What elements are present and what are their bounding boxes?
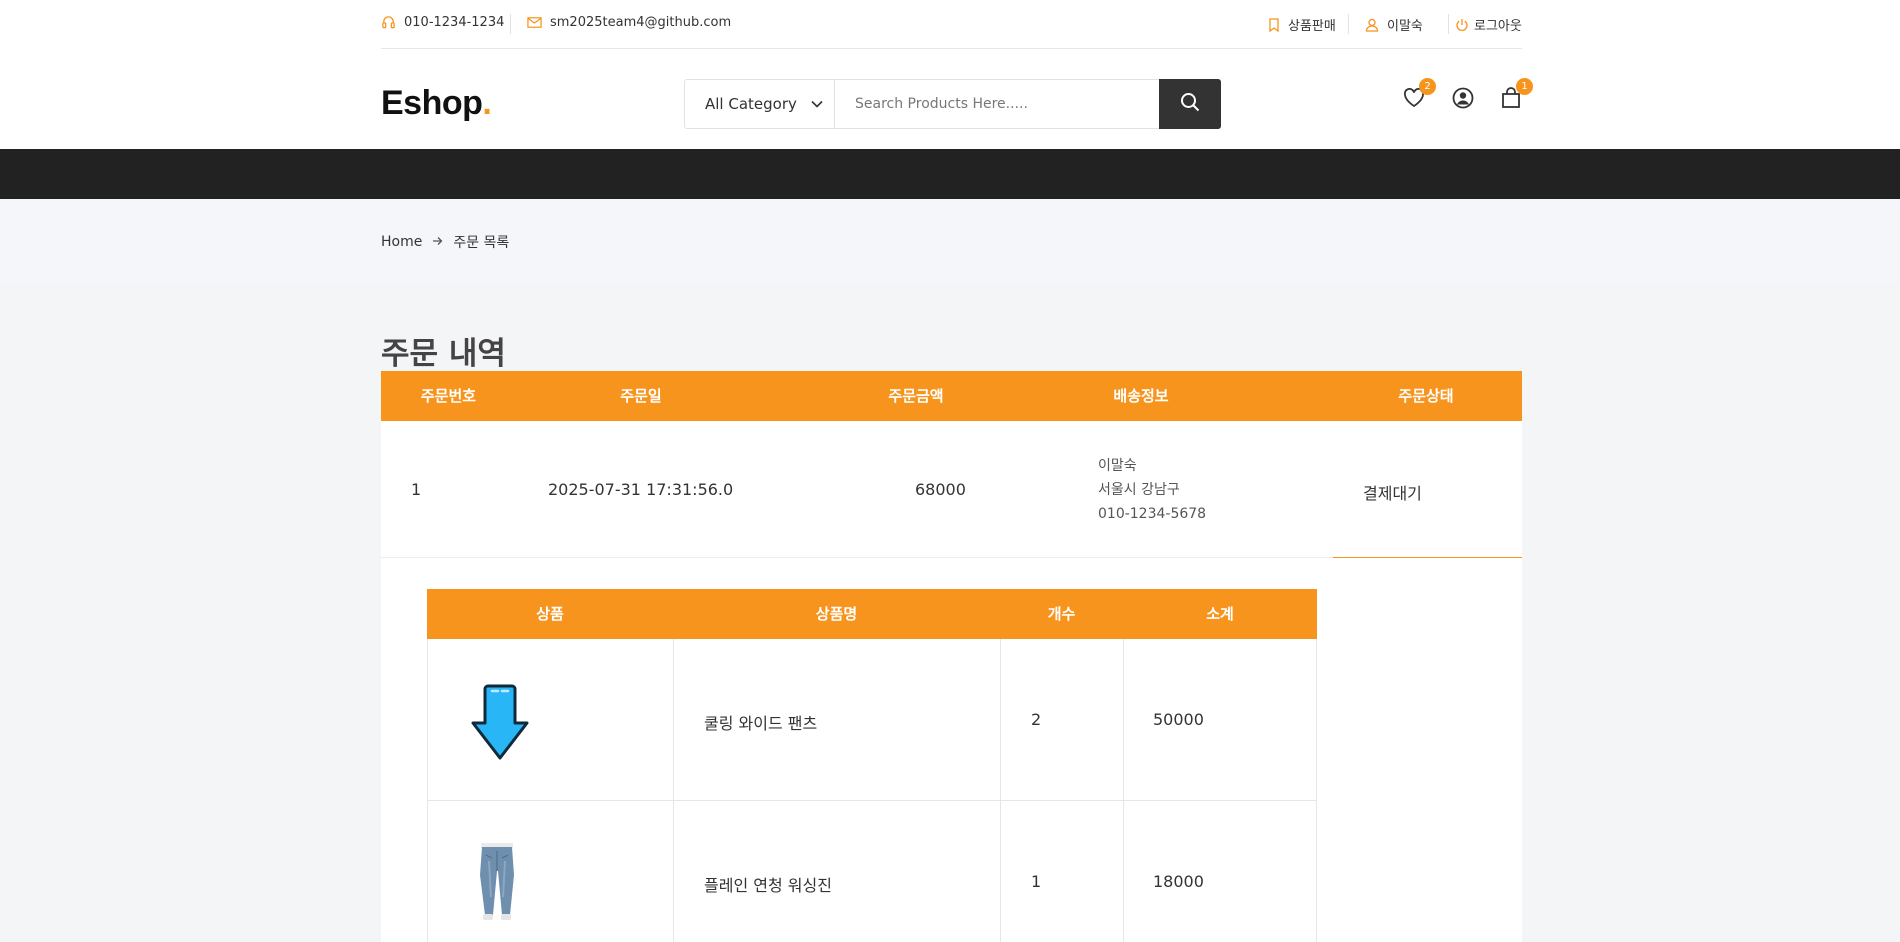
logout-label: 로그아웃 <box>1474 19 1522 34</box>
col-order-date: 주문일 <box>620 387 662 405</box>
search-input[interactable] <box>835 80 1159 128</box>
order-number: 1 <box>411 480 422 499</box>
search-button[interactable] <box>1159 79 1221 129</box>
top-bar: 010-1234-1234 sm2025team4@github.com 상품판… <box>0 0 1900 49</box>
order-items-table: 상품 상품명 개수 소계 쿨링 와이드 팬츠 2 50000 플레인 연청 워싱… <box>427 589 1317 942</box>
logo-text: Eshop <box>381 84 483 122</box>
product-quantity: 1 <box>1031 872 1042 891</box>
logout-link[interactable]: 로그아웃 <box>1455 15 1522 34</box>
user-icon <box>1365 18 1379 32</box>
divider <box>1123 801 1124 942</box>
jeans-product-image[interactable] <box>474 841 520 923</box>
power-icon <box>1455 18 1469 32</box>
envelope-icon <box>527 16 542 29</box>
phone-text: 010-1234-1234 <box>404 15 505 30</box>
sell-label: 상품판매 <box>1288 19 1336 34</box>
orders-table: 주문번호 주문일 주문금액 배송정보 주문상태 1 2025-07-31 17:… <box>381 371 1522 942</box>
order-amount: 68000 <box>915 480 966 499</box>
wishlist-button[interactable]: 2 <box>1401 78 1436 113</box>
divider <box>1000 801 1001 942</box>
contact-phone: 010-1234-1234 <box>381 15 504 30</box>
status-underline <box>1333 557 1522 558</box>
bookmark-icon <box>1268 17 1280 32</box>
cart-button[interactable]: 1 <box>1498 78 1533 113</box>
divider <box>673 801 674 942</box>
col-product: 상품 <box>536 605 564 623</box>
chevron-down-icon <box>811 97 823 111</box>
logo-dot: . <box>482 84 492 122</box>
contact-email[interactable]: sm2025team4@github.com <box>527 15 731 30</box>
page-title: 주문 내역 <box>381 336 506 372</box>
headset-icon <box>381 15 396 30</box>
divider <box>1000 639 1001 800</box>
cart-count-badge: 1 <box>1516 78 1533 95</box>
account-button[interactable] <box>1450 87 1476 113</box>
email-text: sm2025team4@github.com <box>550 15 732 30</box>
divider <box>673 639 674 800</box>
col-product-name: 상품명 <box>815 605 858 623</box>
sell-link[interactable]: 상품판매 <box>1268 15 1336 34</box>
col-shipping-info: 배송정보 <box>1113 387 1169 405</box>
category-select[interactable]: All Category <box>685 80 835 128</box>
arrow-right-icon <box>432 235 443 249</box>
site-logo[interactable]: Eshop. <box>381 84 492 123</box>
breadcrumb-current: 주문 목록 <box>453 235 510 251</box>
col-order-status: 주문상태 <box>1398 387 1454 405</box>
main-nav-bar <box>0 149 1900 199</box>
order-items-header: 상품 상품명 개수 소계 <box>427 589 1317 639</box>
order-date: 2025-07-31 17:31:56.0 <box>548 480 734 499</box>
divider <box>1348 14 1349 34</box>
breadcrumb: Home 주문 목록 <box>381 232 509 252</box>
shipping-phone: 010-1234-5678 <box>1098 506 1207 522</box>
col-quantity: 개수 <box>1047 605 1076 623</box>
download-arrow-icon[interactable] <box>468 683 532 761</box>
user-circle-icon <box>1452 87 1474 113</box>
product-quantity: 2 <box>1031 710 1042 729</box>
user-name: 이말숙 <box>1387 19 1423 34</box>
user-link[interactable]: 이말숙 <box>1365 15 1423 34</box>
divider <box>1123 639 1124 800</box>
divider <box>510 14 511 34</box>
product-subtotal: 50000 <box>1153 710 1204 729</box>
table-row[interactable]: 플레인 연청 워싱진 1 18000 <box>427 801 1317 942</box>
breadcrumb-section: Home 주문 목록 <box>0 199 1900 283</box>
divider <box>1448 14 1449 34</box>
product-name[interactable]: 플레인 연청 워싱진 <box>704 872 832 896</box>
orders-table-header: 주문번호 주문일 주문금액 배송정보 주문상태 <box>381 371 1522 421</box>
shipping-name: 이말숙 <box>1098 458 1137 474</box>
shipping-info: 이말숙 서울시 강남구 010-1234-5678 <box>1098 454 1206 526</box>
table-row[interactable]: 쿨링 와이드 팬츠 2 50000 <box>427 639 1317 801</box>
order-status: 결제대기 <box>1363 484 1422 503</box>
table-row[interactable]: 1 2025-07-31 17:31:56.0 68000 이말숙 서울시 강남… <box>381 421 1522 558</box>
search-icon <box>1180 92 1200 116</box>
shipping-address: 서울시 강남구 <box>1098 482 1180 498</box>
product-name[interactable]: 쿨링 와이드 팬츠 <box>704 710 817 734</box>
top-bar-inner: 010-1234-1234 sm2025team4@github.com 상품판… <box>381 0 1522 49</box>
col-order-no: 주문번호 <box>420 387 477 405</box>
wishlist-count-badge: 2 <box>1419 78 1436 95</box>
category-label: All Category <box>705 95 797 113</box>
breadcrumb-home[interactable]: Home <box>381 234 422 250</box>
product-subtotal: 18000 <box>1153 872 1204 891</box>
col-subtotal: 소계 <box>1206 605 1234 623</box>
search-bar: All Category <box>684 79 1221 129</box>
col-order-amount: 주문금액 <box>888 387 944 405</box>
main-header: Eshop. All Category 2 1 <box>0 49 1900 149</box>
